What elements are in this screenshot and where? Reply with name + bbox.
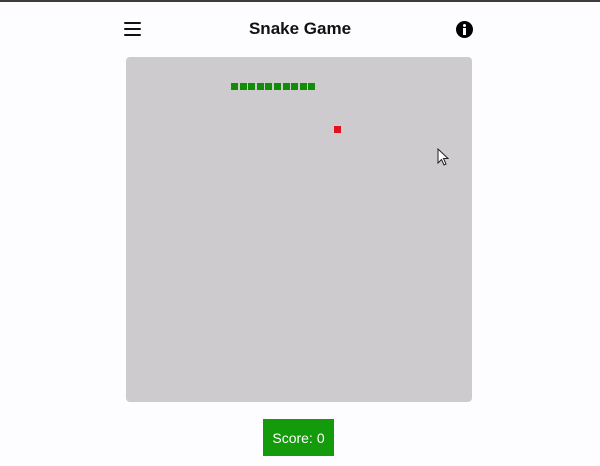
info-stem	[463, 28, 466, 35]
snake-segment	[291, 83, 299, 90]
snake-segment	[256, 83, 264, 90]
snake-segment	[239, 83, 247, 90]
score-label: Score:	[272, 429, 313, 446]
food-pellet	[334, 126, 341, 133]
snake-segment	[274, 83, 281, 90]
info-icon[interactable]	[456, 21, 473, 38]
snake-segment	[265, 83, 273, 90]
snake-segment	[299, 83, 307, 90]
score-display: Score: 0	[263, 419, 334, 456]
page-title: Snake Game	[248, 19, 352, 38]
snake-segment	[308, 83, 316, 90]
app-header: Snake Game	[0, 2, 600, 56]
mouse-cursor-icon	[437, 148, 449, 166]
snake-segment	[282, 83, 290, 90]
snake-segment	[231, 83, 238, 90]
game-board[interactable]	[126, 57, 472, 402]
info-dot	[463, 24, 466, 27]
snake-segment	[248, 83, 256, 90]
score-value: 0	[316, 429, 325, 446]
